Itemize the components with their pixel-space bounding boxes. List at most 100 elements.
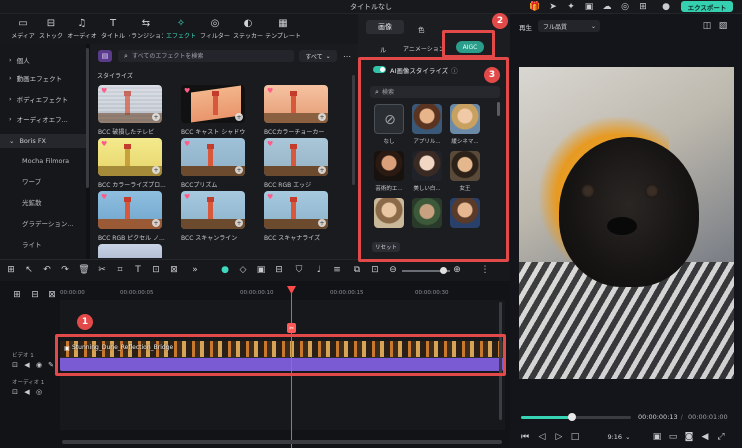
toolbar-item-transition[interactable]: ⇆トランジション <box>129 14 163 44</box>
redo-icon[interactable]: ↷ <box>60 265 70 275</box>
fullscreen-icon[interactable]: ⤢ <box>716 432 726 442</box>
delete-icon[interactable]: 🗑 <box>78 265 89 275</box>
link-icon[interactable]: ⊟ <box>30 290 40 300</box>
more-options-icon[interactable]: ⋯ <box>340 50 354 62</box>
download-icon[interactable]: + <box>235 219 243 227</box>
playback-progress-handle[interactable] <box>567 413 576 421</box>
effect-card[interactable]: ♥ + BCC 破損したテレビ <box>98 85 162 140</box>
sidebar-item-video-effects[interactable]: › 動画エフェクト <box>9 71 62 85</box>
effect-card[interactable]: ♥ + BCC RGB エッジ <box>264 138 328 193</box>
toolbar-item-stock[interactable]: ⊟ ストック <box>38 14 64 44</box>
playhead-line[interactable] <box>291 288 292 448</box>
style-item[interactable]: アプリル... <box>412 104 442 147</box>
sidebar-scrollbar[interactable] <box>86 48 89 188</box>
toolbar-item-template[interactable]: ▦ テンプレート <box>265 14 301 44</box>
style-item[interactable] <box>450 198 480 241</box>
style-item[interactable]: 芸術的エ... <box>374 151 404 194</box>
heart-icon[interactable]: ♥ <box>101 87 107 95</box>
grid-icon[interactable]: ⊞ <box>638 2 648 12</box>
heart-icon[interactable]: ♥ <box>184 87 190 95</box>
sidebar-item-light[interactable]: ライト <box>22 237 42 251</box>
list-icon[interactable]: ≡ <box>332 265 342 275</box>
subtab-left[interactable]: ル <box>380 44 387 54</box>
timeline-horizontal-scrollbar[interactable] <box>62 440 502 444</box>
lock-icon[interactable]: ⊡ <box>11 388 19 396</box>
undo-icon[interactable]: ↶ <box>42 265 52 275</box>
timeline-ruler[interactable]: 00:00:00 00:00:00:05 00:00:00:10 00:00:0… <box>60 286 505 298</box>
sidebar-item-gradation[interactable]: グラデーション... <box>22 216 74 230</box>
subtab-aigc[interactable]: AIGC <box>456 41 484 53</box>
speaker-icon[interactable]: ◀ <box>23 388 31 396</box>
send-icon[interactable]: ➤ <box>548 2 558 12</box>
download-icon[interactable]: + <box>235 166 243 174</box>
headset-icon[interactable]: ◎ <box>620 2 630 12</box>
zoom-out-icon[interactable]: ⊖ <box>388 265 398 275</box>
cut-icon[interactable]: ✂ <box>97 265 107 275</box>
cloud-icon[interactable]: ☁ <box>602 2 612 12</box>
aspect-ratio-dropdown[interactable]: 9:16 ⌄ <box>600 431 638 443</box>
effects-search-input[interactable] <box>132 50 282 62</box>
effect-card[interactable]: ♥ + BCCプリズム <box>181 138 245 193</box>
step-back-icon[interactable]: ⏮ <box>520 432 530 442</box>
download-icon[interactable]: + <box>152 219 160 227</box>
timeline-vertical-scrollbar[interactable] <box>499 302 502 420</box>
sidebar-item-audio-effects[interactable]: › オーディオエフ... <box>9 112 68 126</box>
sidebar-item-boris-fx[interactable]: ⌄ Boris FX <box>0 134 86 148</box>
stop-icon[interactable]: □ <box>570 432 580 442</box>
keyframe-icon[interactable]: ◇ <box>238 265 248 275</box>
transform-icon[interactable]: ⊠ <box>169 265 179 275</box>
toolbar-item-sticker[interactable]: ◐ ステッカー <box>232 14 264 44</box>
save-icon[interactable]: ▣ <box>584 2 594 12</box>
quality-dropdown[interactable]: フル品質 ⌄ <box>538 20 600 32</box>
layout-icon[interactable]: ⊞ <box>6 265 16 275</box>
sidebar-item-warp[interactable]: ワープ <box>22 174 41 188</box>
gift-icon[interactable]: 🎁 <box>529 2 540 12</box>
scissors-icon[interactable]: ✂ <box>287 323 296 333</box>
style-item-none[interactable]: ⊘ なし <box>374 104 404 147</box>
volume-icon[interactable]: ◀ <box>700 432 710 442</box>
download-icon[interactable]: + <box>152 113 160 121</box>
camera-icon[interactable]: ◙ <box>684 432 694 442</box>
avatar-icon[interactable]: ● <box>660 1 672 13</box>
heart-icon[interactable]: ♥ <box>184 193 190 201</box>
download-icon[interactable]: + <box>152 166 160 174</box>
zoom-in-icon[interactable]: ⊕ <box>452 265 462 275</box>
image-icon[interactable]: ▨ <box>718 21 728 31</box>
download-icon[interactable]: + <box>318 166 326 174</box>
effect-card[interactable]: ♥ + BCCカラーチョーカー <box>264 85 328 140</box>
mark-icon[interactable]: ▣ <box>652 432 662 442</box>
effect-card[interactable]: ♥ + BCC RGB ピクセル ノ... <box>98 191 165 246</box>
download-icon[interactable]: + <box>235 113 243 121</box>
sidebar-item-personal[interactable]: › 個人 <box>9 53 30 67</box>
subtab-animation[interactable]: アニメーション <box>403 44 445 53</box>
style-search-input[interactable] <box>382 86 492 98</box>
mute-icon[interactable]: ◎ <box>35 388 43 396</box>
monitor-icon[interactable]: ▭ <box>668 432 678 442</box>
ai-icon[interactable]: ● <box>219 264 231 276</box>
reset-button[interactable]: リセット <box>372 242 400 252</box>
filter-all-dropdown[interactable]: すべて ⌄ <box>299 50 337 62</box>
download-icon[interactable]: + <box>318 113 326 121</box>
style-item[interactable]: 緩シネマ... <box>450 104 480 147</box>
toolbar-item-filter[interactable]: ◎ フィルター <box>200 14 230 44</box>
detach-icon[interactable]: ⊡ <box>370 265 380 275</box>
heart-icon[interactable]: ♥ <box>267 87 273 95</box>
toolbar-item-audio[interactable]: ♫ オーディオ <box>66 14 98 44</box>
video-clip[interactable]: ▣ Stunning_Dune_Reflection_Bridge <box>60 341 503 371</box>
effects-search-box[interactable]: ⌕ <box>118 50 294 62</box>
heart-icon[interactable]: ♥ <box>101 193 107 201</box>
frame-back-icon[interactable]: ◁ <box>537 432 547 442</box>
style-scrollbar[interactable] <box>497 102 500 116</box>
tab-image[interactable]: 画像 <box>366 20 404 34</box>
style-item[interactable] <box>412 198 442 241</box>
render-icon[interactable]: ⊟ <box>274 265 284 275</box>
effect-card[interactable]: ♥ + BCC キャスト シャドウ <box>181 85 245 140</box>
toolbar-item-effects[interactable]: ✧ エフェクト <box>163 14 199 44</box>
split-icon[interactable]: ⧉ <box>352 265 362 275</box>
toolbar-item-title[interactable]: T タイトル <box>100 14 126 44</box>
toolbar-item-media[interactable]: ▭ メディア <box>8 14 38 44</box>
snapshot-tl-icon[interactable]: ▣ <box>256 265 266 275</box>
add-track-icon[interactable]: ⊞ <box>12 290 22 300</box>
sparkle-icon[interactable]: ✦ <box>566 2 576 12</box>
effects-scrollbar[interactable] <box>352 75 355 185</box>
